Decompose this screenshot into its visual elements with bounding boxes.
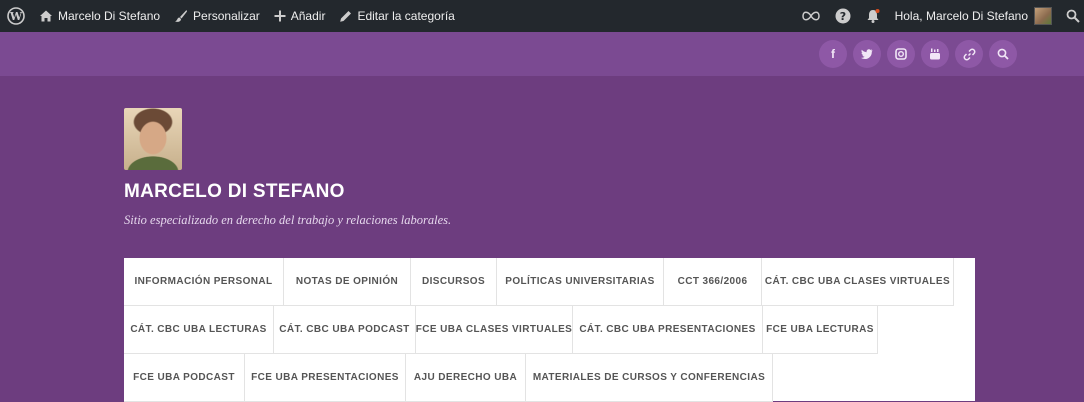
nav-row-3: FCE UBA PODCAST FCE UBA PRESENTACIONES A… xyxy=(124,354,773,402)
nav-row-1: INFORMACIÓN PERSONAL NOTAS DE OPINIÓN DI… xyxy=(124,258,954,306)
wordpress-icon: W xyxy=(7,7,25,25)
admin-bar: W Marcelo Di Stefano Personalizar Añadir… xyxy=(0,0,1084,32)
edit-category-label: Editar la categoría xyxy=(357,9,455,23)
social-links: f xyxy=(819,40,1017,68)
pencil-icon xyxy=(339,10,352,23)
user-menu[interactable]: Hola, Marcelo Di Stefano xyxy=(888,0,1059,32)
add-new-label: Añadir xyxy=(290,9,326,23)
add-new-menu[interactable]: Añadir xyxy=(267,0,333,32)
greeting-label: Hola, Marcelo Di Stefano xyxy=(894,9,1028,23)
twitter-icon[interactable] xyxy=(853,40,881,68)
nav-item-politicas-universitarias[interactable]: POLÍTICAS UNIVERSITARIAS xyxy=(497,258,664,306)
site-name-label: Marcelo Di Stefano xyxy=(58,9,161,23)
search-icon xyxy=(1066,9,1080,23)
svg-text:?: ? xyxy=(839,10,845,23)
nav-item-fce-presentaciones[interactable]: FCE UBA PRESENTACIONES xyxy=(245,354,406,402)
nav-item-fce-lecturas[interactable]: FCE UBA LECTURAS xyxy=(763,306,878,354)
nav-item-cat-cbc-podcast[interactable]: CÁT. CBC UBA PODCAST xyxy=(274,306,416,354)
help-icon: ? xyxy=(835,8,851,24)
nav-item-informacion-personal[interactable]: INFORMACIÓN PERSONAL xyxy=(124,258,284,306)
svg-text:W: W xyxy=(9,10,23,23)
edit-category-link[interactable]: Editar la categoría xyxy=(332,0,461,32)
facebook-icon[interactable]: f xyxy=(819,40,847,68)
notifications-menu[interactable] xyxy=(858,0,888,32)
nav-item-fce-podcast[interactable]: FCE UBA PODCAST xyxy=(124,354,245,402)
youtube-icon[interactable] xyxy=(921,40,949,68)
admin-search[interactable] xyxy=(1059,0,1084,32)
nav-row-2: CÁT. CBC UBA LECTURAS CÁT. CBC UBA PODCA… xyxy=(124,306,878,354)
nav-item-notas-de-opinion[interactable]: NOTAS DE OPINIÓN xyxy=(284,258,411,306)
bell-icon xyxy=(865,8,881,24)
social-bar: f xyxy=(0,32,1084,76)
customize-link[interactable]: Personalizar xyxy=(167,0,267,32)
infinity-menu[interactable] xyxy=(794,0,828,32)
avatar-mini xyxy=(1034,7,1052,25)
infinity-icon xyxy=(801,10,821,22)
plus-icon xyxy=(274,10,286,22)
nav-item-materiales-cursos[interactable]: MATERIALES DE CURSOS Y CONFERENCIAS xyxy=(526,354,773,402)
nav-item-cat-cbc-lecturas[interactable]: CÁT. CBC UBA LECTURAS xyxy=(124,306,274,354)
customize-label: Personalizar xyxy=(193,9,260,23)
site-title[interactable]: MARCELO DI STEFANO xyxy=(124,181,345,203)
site-name-menu[interactable]: Marcelo Di Stefano xyxy=(32,0,167,32)
nav-item-cat-cbc-clases-virtuales[interactable]: CÁT. CBC UBA CLASES VIRTUALES xyxy=(762,258,954,306)
link-icon[interactable] xyxy=(955,40,983,68)
nav-item-cct-366-2006[interactable]: CCT 366/2006 xyxy=(664,258,762,306)
instagram-icon[interactable] xyxy=(887,40,915,68)
main-navigation: INFORMACIÓN PERSONAL NOTAS DE OPINIÓN DI… xyxy=(124,258,975,402)
site-description: Sitio especializado en derecho del traba… xyxy=(124,213,452,227)
nav-item-fce-clases-virtuales[interactable]: FCE UBA CLASES VIRTUALES xyxy=(416,306,573,354)
social-search-icon[interactable] xyxy=(989,40,1017,68)
home-icon xyxy=(39,9,53,23)
nav-item-aju-derecho[interactable]: AJU DERECHO UBA xyxy=(406,354,526,402)
help-menu[interactable]: ? xyxy=(828,0,858,32)
nav-item-cat-cbc-presentaciones[interactable]: CÁT. CBC UBA PRESENTACIONES xyxy=(573,306,763,354)
wordpress-menu[interactable]: W xyxy=(0,0,32,32)
site-avatar[interactable] xyxy=(124,108,182,170)
brush-icon xyxy=(174,9,188,23)
nav-item-discursos[interactable]: DISCURSOS xyxy=(411,258,497,306)
